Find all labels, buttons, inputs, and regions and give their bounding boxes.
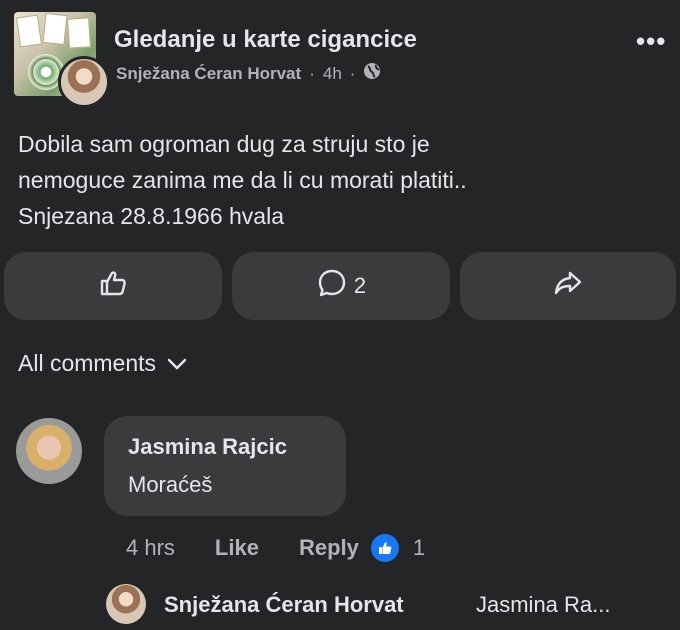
group-name[interactable]: Gledanje u karte cigancice: [114, 26, 417, 54]
reaction-count: 1: [412, 535, 426, 560]
reply-author[interactable]: Snježana Ćeran Horvat: [164, 592, 404, 618]
comment-text: Moraćeš: [128, 472, 213, 497]
more-options-icon[interactable]: •••: [636, 26, 666, 57]
share-button[interactable]: [460, 252, 676, 320]
card-image: [16, 14, 42, 48]
comments-filter[interactable]: All comments: [18, 350, 188, 377]
share-icon: [552, 267, 584, 305]
commenter-avatar[interactable]: [16, 418, 82, 484]
comment-author[interactable]: Jasmina Rajcic: [128, 434, 287, 460]
comment-time[interactable]: 4 hrs: [126, 535, 175, 561]
author-avatar[interactable]: [58, 56, 110, 108]
globe-icon: [363, 62, 381, 85]
post-meta: Snježana Ćeran Horvat · 4h ·: [116, 62, 381, 85]
comment-bubble: [104, 416, 346, 516]
comment-button[interactable]: 2: [232, 252, 450, 320]
reply-preview-text[interactable]: Jasmina Ra...: [476, 592, 611, 618]
comment-reply-button[interactable]: Reply: [299, 535, 359, 561]
meta-separator: ·: [309, 63, 315, 83]
comment-actions: 4 hrs Like Reply 1: [126, 534, 425, 562]
thumbs-up-icon: [97, 267, 129, 305]
like-button[interactable]: [4, 252, 222, 320]
comment-like-button[interactable]: Like: [215, 535, 259, 561]
like-reaction-icon[interactable]: [370, 534, 399, 562]
comment-count: 2: [353, 273, 367, 298]
post-time[interactable]: 4h: [323, 64, 342, 84]
reply-avatar[interactable]: [106, 584, 146, 624]
chevron-down-icon: [166, 350, 188, 377]
meta-separator: ·: [349, 63, 356, 83]
post-text: Dobila sam ogroman dug za struju sto je …: [18, 131, 467, 229]
card-image: [66, 17, 92, 49]
card-image: [42, 12, 68, 46]
comments-filter-label: All comments: [18, 350, 157, 376]
post-author[interactable]: Snježana Ćeran Horvat: [116, 64, 301, 84]
comment-icon: [316, 267, 348, 305]
